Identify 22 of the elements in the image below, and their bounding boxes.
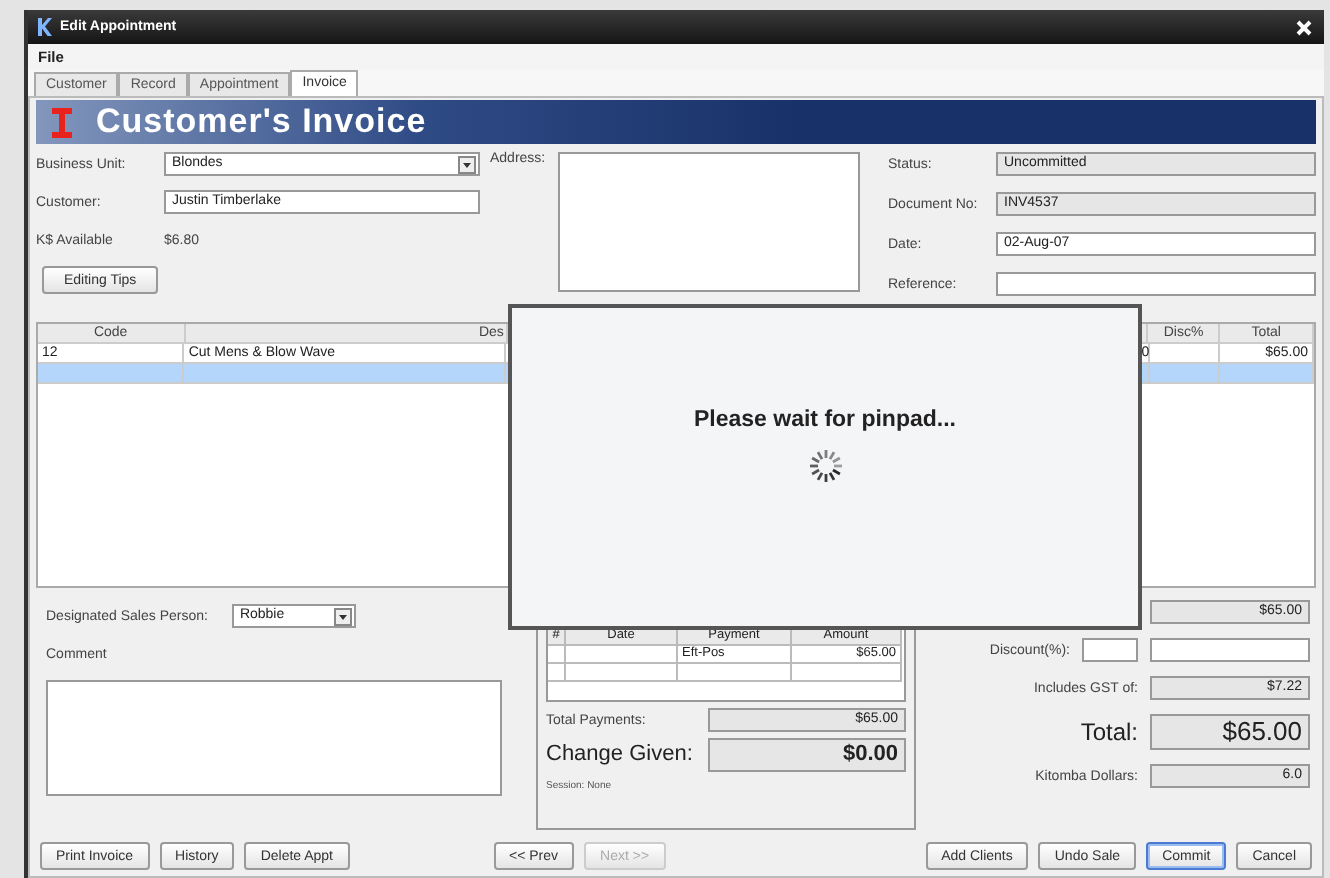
app-logo-icon: [36, 18, 52, 36]
page-title: Customer's Invoice: [96, 102, 427, 142]
table-cell: [548, 646, 566, 664]
address-field[interactable]: [557, 152, 860, 292]
table-cell: [792, 664, 902, 682]
input-field[interactable]: $65.00: [1150, 714, 1310, 750]
comment-field[interactable]: [46, 680, 502, 796]
dialog-message: Please wait for pinpad...: [693, 408, 956, 432]
input-field[interactable]: [1082, 638, 1138, 662]
table-cell: [566, 646, 678, 664]
table-cell: [678, 664, 792, 682]
table-cell: [1220, 364, 1314, 384]
input-field[interactable]: [1150, 638, 1310, 662]
table-cell: [548, 664, 566, 682]
field-label: Total:: [1080, 718, 1138, 746]
logo-icon: [52, 107, 72, 137]
input-field[interactable]: $0.00: [708, 737, 906, 771]
close-icon: [1296, 19, 1312, 35]
table-cell: [566, 664, 678, 682]
input-field[interactable]: [996, 272, 1316, 296]
loading-spinner-icon: [805, 446, 845, 486]
field-label: Change Given:: [546, 742, 695, 766]
